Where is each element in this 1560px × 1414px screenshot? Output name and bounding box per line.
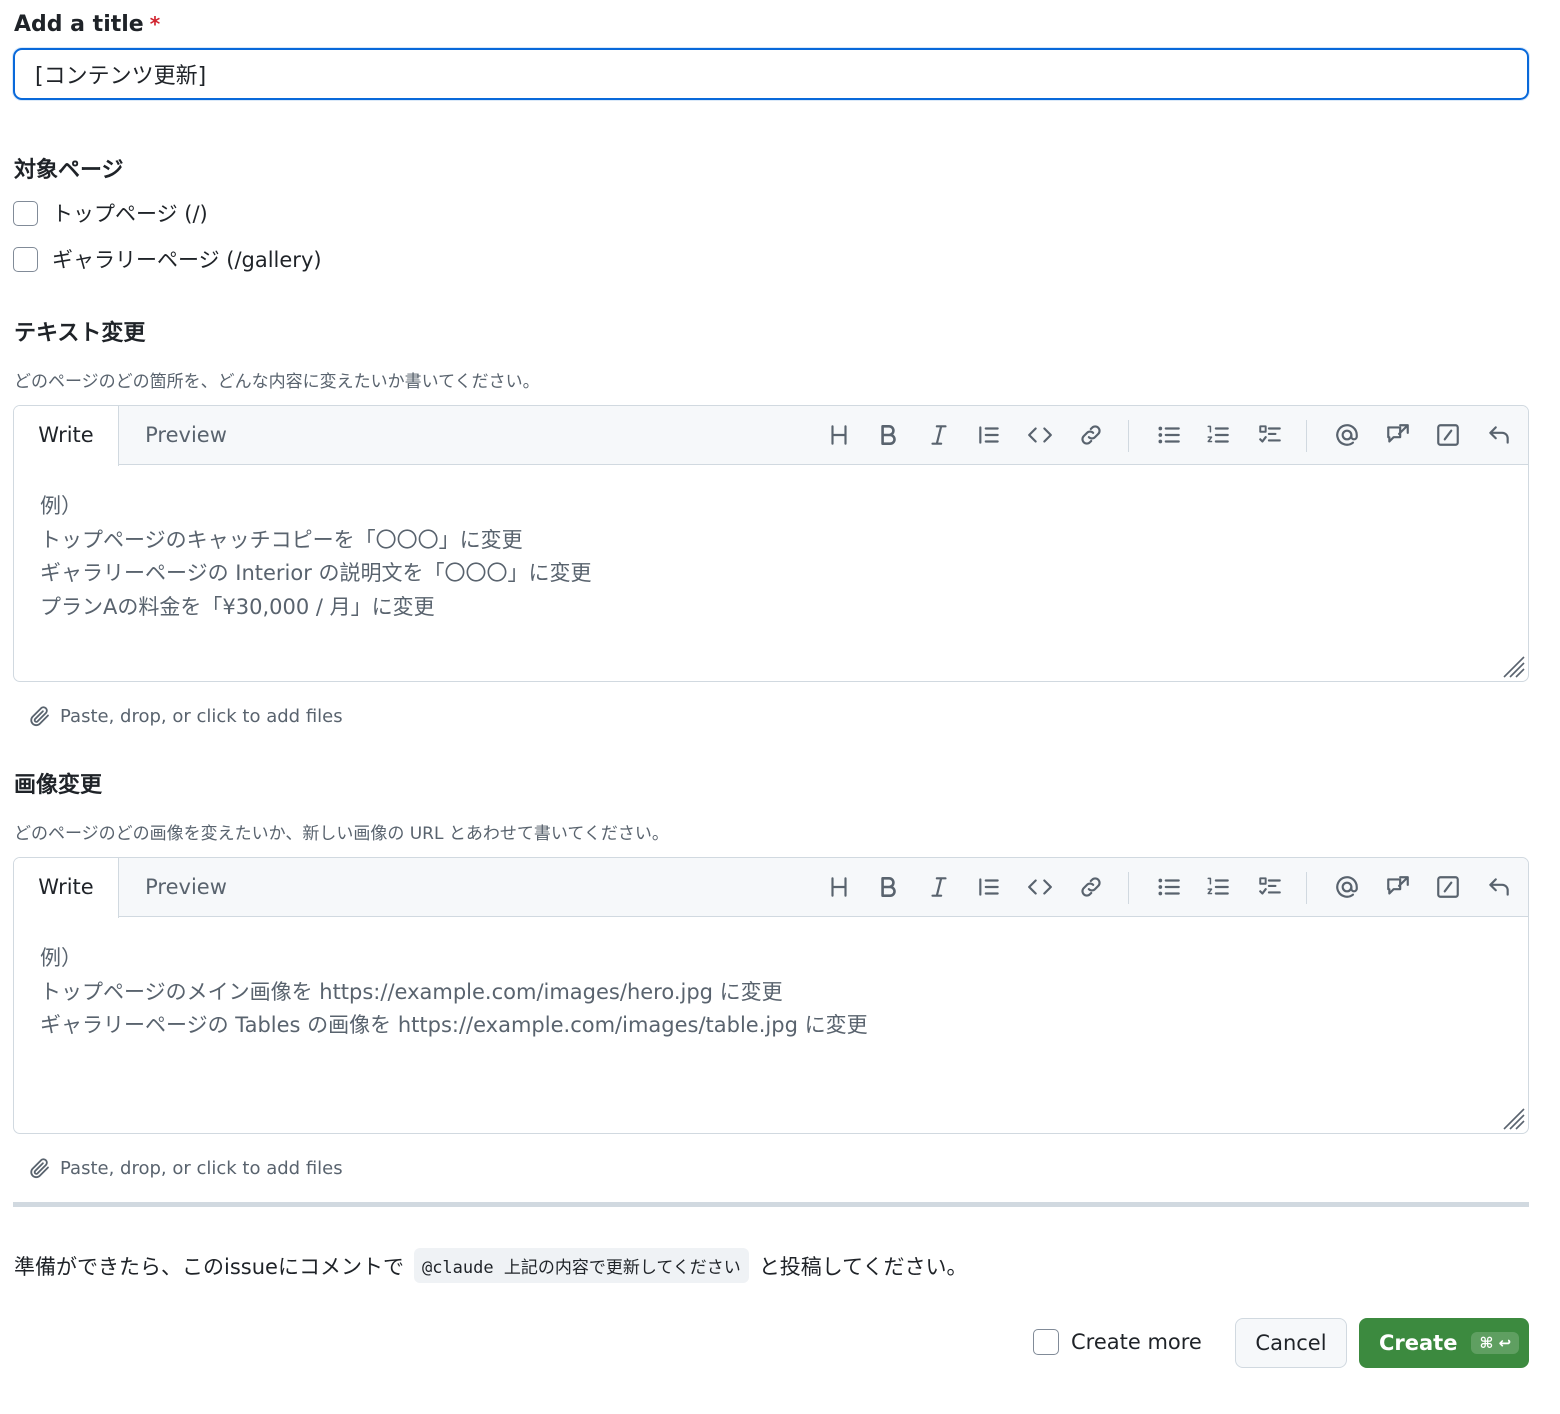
paperclip-icon xyxy=(30,706,49,727)
footer-note-after: と投稿してください。 xyxy=(758,1254,968,1279)
title-input[interactable] xyxy=(13,48,1529,100)
placeholder-line: トップページのメイン画像を https://example.com/images… xyxy=(40,979,783,1004)
heading-icon[interactable] xyxy=(824,420,854,450)
placeholder-line: プランAの料金を「¥30,000 / 月」に変更 xyxy=(40,594,435,619)
placeholder-line: 例） xyxy=(40,946,82,970)
create-more-checkbox[interactable]: Create more xyxy=(1033,1329,1202,1355)
mention-icon[interactable] xyxy=(1332,420,1362,450)
code-icon[interactable] xyxy=(1025,872,1055,902)
tab-preview[interactable]: Preview xyxy=(120,858,252,917)
footer-note-code: @claude 上記の内容で更新してください xyxy=(413,1248,749,1283)
tab-preview[interactable]: Preview xyxy=(120,406,252,465)
checkbox-box[interactable] xyxy=(1033,1329,1059,1355)
text-change-heading: テキスト変更 xyxy=(14,321,146,346)
title-label: Add a title * xyxy=(14,12,161,37)
image-change-textarea[interactable]: 例） トップページのメイン画像を https://example.com/ima… xyxy=(40,942,868,1043)
italic-icon[interactable] xyxy=(924,872,954,902)
image-change-editor: Write Preview 例） トップページのメイン画像を https://e… xyxy=(13,857,1529,1134)
quote-icon[interactable] xyxy=(974,420,1004,450)
image-change-heading: 画像変更 xyxy=(14,773,103,798)
toolbar-separator xyxy=(1306,420,1307,452)
attach-files-text-change[interactable]: Paste, drop, or click to add files xyxy=(28,704,343,728)
checkbox-gallery-page[interactable]: ギャラリーページ (/gallery) xyxy=(13,244,322,274)
unordered-list-icon[interactable] xyxy=(1154,872,1184,902)
resize-handle-icon[interactable] xyxy=(1500,1105,1526,1131)
tab-write[interactable]: Write xyxy=(14,858,119,918)
mention-icon[interactable] xyxy=(1332,872,1362,902)
attach-label: Paste, drop, or click to add files xyxy=(60,1157,343,1179)
heading-icon[interactable] xyxy=(824,872,854,902)
task-list-icon[interactable] xyxy=(1255,420,1285,450)
checkbox-box[interactable] xyxy=(13,246,38,272)
cancel-button[interactable]: Cancel xyxy=(1235,1318,1347,1368)
toolbar-separator xyxy=(1306,872,1307,904)
task-list-icon[interactable] xyxy=(1255,872,1285,902)
checkbox-label: ギャラリーページ (/gallery) xyxy=(52,248,322,272)
paperclip-icon xyxy=(30,1158,49,1179)
ordered-list-icon[interactable] xyxy=(1203,872,1233,902)
checkbox-top-page[interactable]: トップページ (/) xyxy=(13,198,208,228)
editor-header: Write Preview xyxy=(14,406,1528,466)
quote-icon[interactable] xyxy=(974,872,1004,902)
target-pages-heading: 対象ページ xyxy=(14,158,124,183)
unordered-list-icon[interactable] xyxy=(1154,420,1184,450)
required-mark: * xyxy=(149,12,161,36)
editor-header: Write Preview xyxy=(14,858,1528,918)
image-change-description: どのページのどの画像を変えたいか、新しい画像の URL とあわせて書いてください… xyxy=(14,824,669,844)
code-icon[interactable] xyxy=(1025,420,1055,450)
footer-note-before: 準備ができたら、このissueにコメントで xyxy=(14,1254,404,1279)
create-more-label: Create more xyxy=(1071,1330,1202,1354)
keyboard-shortcut: ⌘ ↩ xyxy=(1471,1332,1520,1354)
undo-icon[interactable] xyxy=(1484,872,1514,902)
checkbox-box[interactable] xyxy=(13,200,38,226)
footer-note: 準備ができたら、このissueにコメントで @claude 上記の内容で更新して… xyxy=(14,1248,968,1283)
placeholder-line: 例） xyxy=(40,494,82,518)
text-change-description: どのページのどの箇所を、どんな内容に変えたいか書いてください。 xyxy=(14,372,540,392)
link-icon[interactable] xyxy=(1076,872,1106,902)
bold-icon[interactable] xyxy=(873,872,903,902)
text-change-textarea[interactable]: 例） トップページのキャッチコピーを「〇〇〇」に変更 ギャラリーページの Int… xyxy=(40,490,592,624)
ordered-list-icon[interactable] xyxy=(1203,420,1233,450)
resize-handle-icon[interactable] xyxy=(1500,653,1526,679)
slash-command-icon[interactable] xyxy=(1433,872,1463,902)
link-icon[interactable] xyxy=(1076,420,1106,450)
placeholder-line: ギャラリーページの Tables の画像を https://example.co… xyxy=(40,1013,868,1037)
toolbar-separator xyxy=(1128,872,1129,904)
toolbar-separator xyxy=(1128,420,1129,452)
tab-write[interactable]: Write xyxy=(14,406,119,466)
checkbox-label: トップページ (/) xyxy=(52,202,208,226)
create-button-label: Create xyxy=(1379,1331,1458,1355)
bold-icon[interactable] xyxy=(873,420,903,450)
create-button[interactable]: Create ⌘ ↩ xyxy=(1359,1318,1529,1368)
cross-reference-icon[interactable] xyxy=(1383,872,1413,902)
placeholder-line: トップページのキャッチコピーを「〇〇〇」に変更 xyxy=(40,527,523,552)
attach-label: Paste, drop, or click to add files xyxy=(60,705,343,727)
slash-command-icon[interactable] xyxy=(1433,420,1463,450)
placeholder-line: ギャラリーページの Interior の説明文を「〇〇〇」に変更 xyxy=(40,561,592,585)
attach-files-image-change[interactable]: Paste, drop, or click to add files xyxy=(28,1156,343,1180)
divider xyxy=(13,1202,1529,1207)
text-change-editor: Write Preview 例） トップページのキャッチコピーを「〇〇〇」に変更… xyxy=(13,405,1529,682)
cross-reference-icon[interactable] xyxy=(1383,420,1413,450)
italic-icon[interactable] xyxy=(924,420,954,450)
undo-icon[interactable] xyxy=(1484,420,1514,450)
